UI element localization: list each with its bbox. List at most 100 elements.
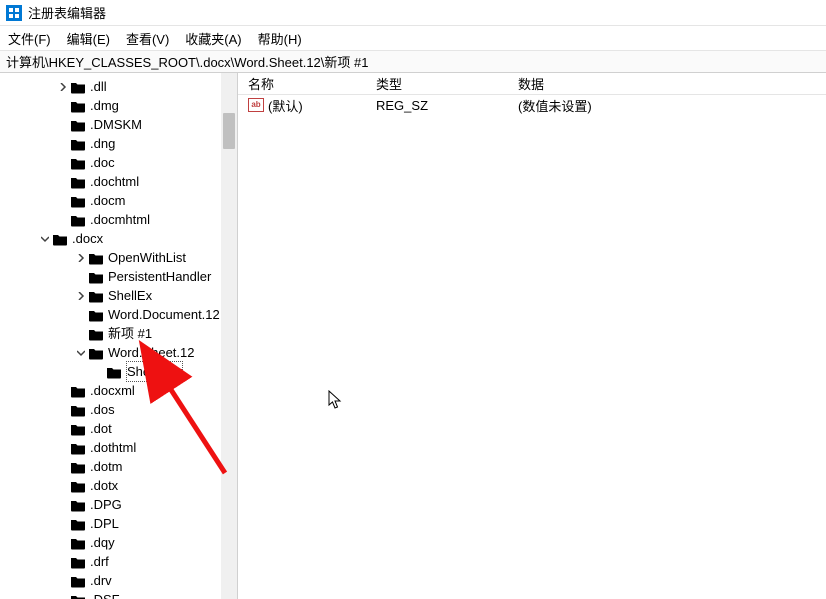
tree-node-label: .DMSKM [90,115,142,134]
folder-icon [88,288,104,304]
expander-placeholder [56,422,70,436]
tree-node[interactable]: .DMSKM [0,115,237,134]
tree-node[interactable]: .dothtml [0,438,237,457]
folder-icon [88,307,104,323]
tree-node-label: .docx [72,229,103,248]
tree-node-label: Word.Sheet.12 [108,343,194,362]
tree-node[interactable]: .dll [0,77,237,96]
tree-node[interactable]: .dotx [0,476,237,495]
folder-icon [70,193,86,209]
expander-placeholder [56,118,70,132]
folder-icon [52,231,68,247]
expander-placeholder [74,308,88,322]
expander-placeholder [56,384,70,398]
tree-node[interactable]: OpenWithList [0,248,237,267]
tree-node[interactable]: ShellNew [0,362,237,381]
tree-node[interactable]: .docmhtml [0,210,237,229]
chevron-right-icon[interactable] [56,80,70,94]
tree-node[interactable]: .docm [0,191,237,210]
folder-icon [70,174,86,190]
col-header-type[interactable]: 类型 [366,73,508,94]
tree-node-label: .docm [90,191,125,210]
folder-icon [70,497,86,513]
tree-node-label: Word.Document.12 [108,305,220,324]
tree-node-label: .DSF [90,590,120,599]
tree-node[interactable]: .dotm [0,457,237,476]
tree-node-label: ShellNew [126,361,183,382]
chevron-down-icon[interactable] [74,346,88,360]
tree-node[interactable]: .dng [0,134,237,153]
tree-node[interactable]: .dot [0,419,237,438]
expander-placeholder [56,175,70,189]
folder-icon [70,98,86,114]
menu-file[interactable]: 文件(F) [8,29,51,48]
tree-node[interactable]: .DSF [0,590,237,599]
folder-icon [88,250,104,266]
menu-favorites[interactable]: 收藏夹(A) [185,29,241,48]
col-header-name[interactable]: 名称 [238,73,366,94]
tree-node[interactable]: 新项 #1 [0,324,237,343]
folder-icon [70,440,86,456]
folder-icon [70,402,86,418]
tree-node[interactable]: .drf [0,552,237,571]
chevron-down-icon[interactable] [38,232,52,246]
expander-placeholder [56,517,70,531]
tree-node-label: .dot [90,419,112,438]
tree-node[interactable]: .doc [0,153,237,172]
tree-node-label: .dll [90,77,107,96]
tree-node[interactable]: .dos [0,400,237,419]
tree-node[interactable]: .DPL [0,514,237,533]
value-name: (默认) [268,96,303,115]
tree-node-label: .docmhtml [90,210,150,229]
tree-node[interactable]: Word.Sheet.12 [0,343,237,362]
tree-node[interactable]: .docxml [0,381,237,400]
menu-edit[interactable]: 编辑(E) [67,29,110,48]
tree-node[interactable]: .DPG [0,495,237,514]
expander-placeholder [56,593,70,599]
tree-scrollbar[interactable] [221,73,237,599]
tree-node[interactable]: .docx [0,229,237,248]
folder-icon [70,117,86,133]
tree-pane: .dll.dmg.DMSKM.dng.doc.dochtml.docm.docm… [0,73,238,599]
tree-node-label: .dng [90,134,115,153]
tree-node-label: .drv [90,571,112,590]
col-header-data[interactable]: 数据 [508,73,826,94]
tree-scroll-thumb[interactable] [223,113,235,149]
folder-icon [70,592,86,599]
address-bar[interactable]: 计算机\HKEY_CLASSES_ROOT\.docx\Word.Sheet.1… [0,51,826,73]
folder-icon [70,212,86,228]
folder-icon [106,364,122,380]
menu-help[interactable]: 帮助(H) [258,29,302,48]
folder-icon [70,383,86,399]
expander-placeholder [56,194,70,208]
tree-node[interactable]: .dmg [0,96,237,115]
folder-icon [70,478,86,494]
tree-node[interactable]: Word.Document.12 [0,305,237,324]
expander-placeholder [56,137,70,151]
tree-node[interactable]: .dqy [0,533,237,552]
value-name-cell: ab(默认) [238,96,366,115]
registry-tree[interactable]: .dll.dmg.DMSKM.dng.doc.dochtml.docm.docm… [0,73,237,599]
expander-placeholder [56,403,70,417]
tree-node[interactable]: PersistentHandler [0,267,237,286]
tree-node[interactable]: .dochtml [0,172,237,191]
tree-node-label: .dqy [90,533,115,552]
value-row[interactable]: ab(默认)REG_SZ(数值未设置) [238,95,826,115]
tree-node[interactable]: .drv [0,571,237,590]
tree-node[interactable]: ShellEx [0,286,237,305]
tree-node-label: ShellEx [108,286,152,305]
folder-icon [70,516,86,532]
menubar: 文件(F) 编辑(E) 查看(V) 收藏夹(A) 帮助(H) [0,26,826,51]
value-data-cell: (数值未设置) [508,96,826,115]
values-header: 名称 类型 数据 [238,73,826,95]
values-pane: 名称 类型 数据 ab(默认)REG_SZ(数值未设置) [238,73,826,599]
menu-view[interactable]: 查看(V) [126,29,169,48]
tree-node-label: .doc [90,153,115,172]
expander-placeholder [92,365,106,379]
value-type-cell: REG_SZ [366,98,508,113]
chevron-right-icon[interactable] [74,289,88,303]
values-list[interactable]: ab(默认)REG_SZ(数值未设置) [238,95,826,599]
tree-node-label: .dmg [90,96,119,115]
folder-icon [88,269,104,285]
chevron-right-icon[interactable] [74,251,88,265]
